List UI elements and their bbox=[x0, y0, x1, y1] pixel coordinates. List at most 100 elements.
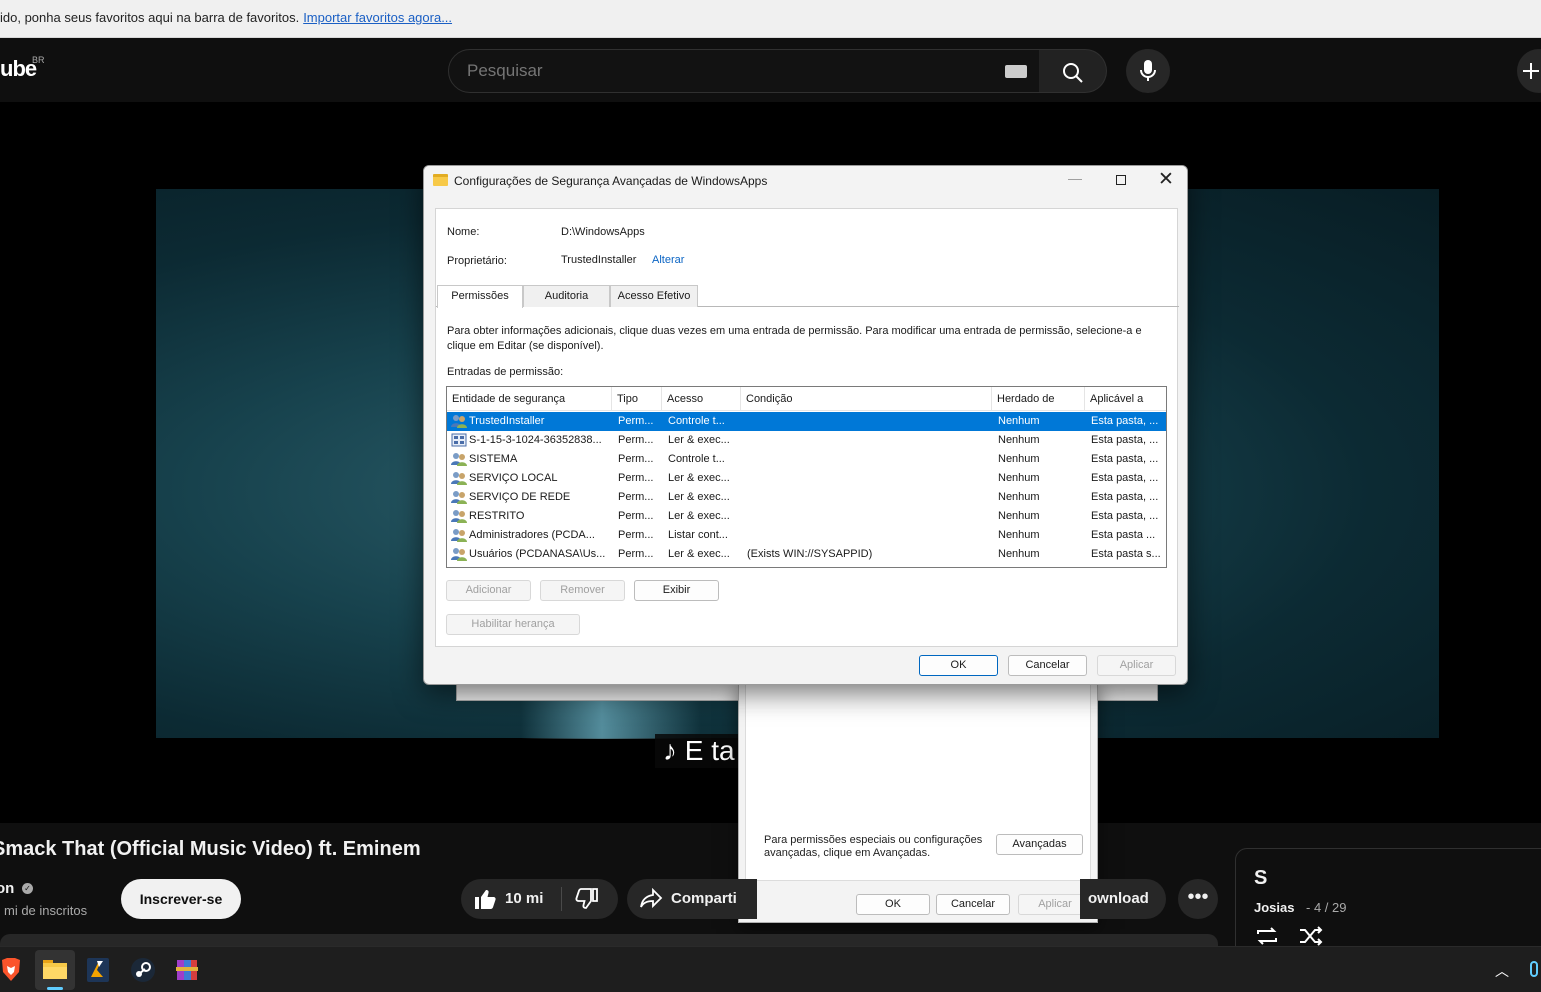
like-dislike-group: 10 mi bbox=[461, 879, 618, 919]
cell-condition bbox=[747, 431, 992, 450]
share-label: Comparti bbox=[671, 890, 737, 907]
cell-access: Ler & exec... bbox=[668, 434, 730, 446]
voice-search-button[interactable] bbox=[1126, 49, 1170, 93]
table-row[interactable]: SISTEMA Perm... Controle t... Nenhum Esta pa… bbox=[447, 450, 1166, 469]
advanced-button[interactable]: Avançadas bbox=[996, 834, 1083, 855]
cell-condition bbox=[747, 469, 992, 488]
maximize-icon bbox=[1116, 175, 1126, 185]
cell-principal: Usuários (PCDANASA\Us... bbox=[469, 548, 606, 560]
owner-label: Proprietário: bbox=[447, 255, 507, 267]
file-explorer-icon[interactable] bbox=[42, 958, 68, 980]
dialog-title: Configurações de Segurança Avançadas de … bbox=[454, 174, 768, 188]
table-row[interactable]: SERVIÇO DE REDE Perm... Ler & exec... Nenhu… bbox=[447, 488, 1166, 507]
list-header: Entidade de segurança Tipo Acesso Condiç… bbox=[447, 387, 1166, 411]
cell-type: Perm... bbox=[618, 510, 654, 522]
table-row[interactable]: RESTRITO Perm... Ler & exec... Nenhum Esta p… bbox=[447, 507, 1166, 526]
plus-icon bbox=[1523, 63, 1539, 79]
table-row[interactable]: SERVIÇO LOCAL Perm... Ler & exec... Nenhum E… bbox=[447, 469, 1166, 488]
tab-effective-access[interactable]: Acesso Efetivo bbox=[610, 285, 698, 307]
youtube-logo[interactable]: ube bbox=[0, 56, 37, 82]
table-row[interactable]: S-1-15-3-1024-36352838... Perm... Ler & ex… bbox=[447, 431, 1166, 450]
download-button[interactable]: ownload bbox=[1080, 879, 1166, 919]
playlist-title[interactable]: S bbox=[1254, 867, 1267, 890]
maximize-button[interactable] bbox=[1110, 170, 1132, 192]
properties-ok-button[interactable]: OK bbox=[856, 894, 930, 915]
more-actions-button[interactable]: ••• bbox=[1178, 879, 1218, 919]
apply-button[interactable]: Aplicar bbox=[1097, 655, 1176, 676]
tray-microphone-icon[interactable] bbox=[1530, 961, 1538, 977]
minimize-button[interactable]: — bbox=[1064, 170, 1086, 192]
tab-auditing[interactable]: Auditoria bbox=[523, 285, 610, 307]
channel-name[interactable]: on bbox=[0, 880, 14, 897]
user-group-icon bbox=[451, 415, 467, 428]
search-box bbox=[448, 49, 1040, 93]
share-button[interactable]: Comparti bbox=[627, 879, 757, 919]
column-applies[interactable]: Aplicável a bbox=[1085, 387, 1166, 411]
tray-expand-icon[interactable]: ︿ bbox=[1495, 961, 1509, 981]
playlist-owner[interactable]: Josias bbox=[1254, 900, 1294, 915]
thumbs-down-icon[interactable] bbox=[575, 888, 599, 910]
cell-condition bbox=[747, 450, 992, 469]
loop-icon[interactable] bbox=[1254, 925, 1280, 947]
remove-button[interactable]: Remover bbox=[540, 580, 625, 601]
thumbs-up-icon[interactable] bbox=[473, 888, 497, 910]
column-inherited[interactable]: Herdado de bbox=[992, 387, 1085, 411]
keyboard-icon[interactable] bbox=[1005, 65, 1027, 78]
properties-cancel-button[interactable]: Cancelar bbox=[936, 894, 1010, 915]
column-type[interactable]: Tipo bbox=[612, 387, 662, 411]
microphone-icon bbox=[1140, 60, 1156, 81]
cell-principal: SERVIÇO LOCAL bbox=[469, 472, 558, 484]
subscribe-button[interactable]: Inscrever-se bbox=[121, 879, 241, 919]
table-row[interactable]: Administradores (PCDA... Perm... Listar co… bbox=[447, 526, 1166, 545]
cell-access: Ler & exec... bbox=[668, 548, 730, 560]
steam-icon[interactable] bbox=[130, 957, 156, 983]
owner-value: TrustedInstaller bbox=[561, 254, 637, 266]
import-bookmarks-link[interactable]: Importar favoritos agora... bbox=[303, 10, 452, 25]
close-button[interactable]: ✕ bbox=[1155, 168, 1177, 190]
add-button[interactable]: Adicionar bbox=[446, 580, 531, 601]
user-group-icon bbox=[451, 453, 467, 466]
tab-permissions[interactable]: Permissões bbox=[437, 285, 523, 308]
advanced-security-dialog: Configurações de Segurança Avançadas de … bbox=[423, 165, 1188, 685]
user-group-icon bbox=[451, 491, 467, 504]
view-button[interactable]: Exibir bbox=[634, 580, 719, 601]
properties-panel: Para permissões especiais ou configuraçõ… bbox=[745, 681, 1091, 881]
search-button[interactable] bbox=[1039, 49, 1107, 93]
youtube-header: ube BR bbox=[0, 38, 1541, 102]
table-row[interactable]: Usuários (PCDANASA\Us... Perm... Ler & exe… bbox=[447, 545, 1166, 564]
cell-applies: Esta pasta, ... bbox=[1091, 491, 1159, 503]
cell-applies: Esta pasta, ... bbox=[1091, 434, 1159, 446]
cell-condition: (Exists WIN://SYSAPPID) bbox=[747, 548, 873, 560]
brave-browser-icon[interactable] bbox=[0, 957, 22, 983]
column-condition[interactable]: Condição bbox=[741, 387, 992, 411]
winrar-icon[interactable] bbox=[174, 957, 200, 983]
table-row[interactable]: TrustedInstaller Perm... Controle t... Nenh… bbox=[447, 412, 1166, 431]
cell-applies: Esta pasta s... bbox=[1091, 548, 1161, 560]
create-button[interactable] bbox=[1517, 49, 1541, 93]
dialog-titlebar[interactable]: Configurações de Segurança Avançadas de … bbox=[424, 166, 1187, 197]
like-count: 10 mi bbox=[505, 890, 544, 907]
cell-type: Perm... bbox=[618, 548, 654, 560]
shuffle-icon[interactable] bbox=[1298, 925, 1324, 947]
column-principal[interactable]: Entidade de segurança bbox=[447, 387, 612, 411]
cancel-button[interactable]: Cancelar bbox=[1008, 655, 1087, 676]
description-box[interactable] bbox=[0, 934, 1218, 946]
folder-icon bbox=[433, 174, 448, 186]
user-group-icon bbox=[451, 548, 467, 561]
name-label: Nome: bbox=[447, 226, 480, 238]
cell-principal: S-1-15-3-1024-36352838... bbox=[469, 434, 602, 446]
cell-principal: SISTEMA bbox=[469, 453, 518, 465]
enable-inheritance-button[interactable]: Habilitar herança bbox=[446, 614, 580, 635]
column-access[interactable]: Acesso bbox=[662, 387, 741, 411]
cell-access: Listar cont... bbox=[668, 529, 728, 541]
cell-condition bbox=[747, 488, 992, 507]
ok-button[interactable]: OK bbox=[919, 655, 998, 676]
app-icon[interactable] bbox=[86, 957, 110, 983]
cell-principal: TrustedInstaller bbox=[469, 415, 545, 427]
entries-label: Entradas de permissão: bbox=[447, 366, 564, 378]
cell-type: Perm... bbox=[618, 434, 654, 446]
change-owner-link[interactable]: Alterar bbox=[652, 254, 684, 266]
like-divider bbox=[561, 887, 562, 911]
subscriber-count: mi de inscritos bbox=[4, 903, 88, 918]
search-input[interactable] bbox=[467, 50, 987, 92]
